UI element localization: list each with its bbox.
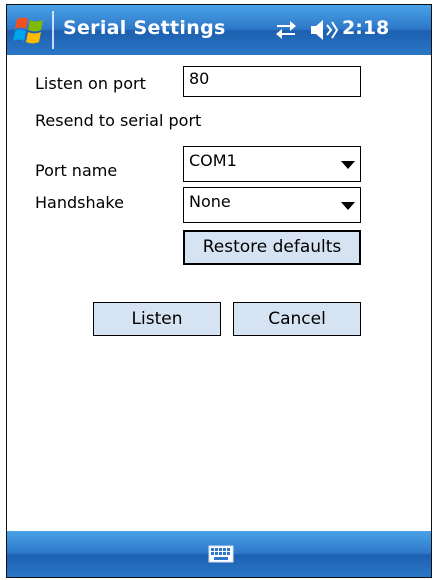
listen-button-label: Listen <box>131 309 183 329</box>
handshake-label: Handshake <box>35 193 124 212</box>
device-screen: Serial Settings 2:18 Listen on port 80 R… <box>6 4 432 578</box>
softkey-bar <box>7 531 431 577</box>
title-bar: Serial Settings 2:18 <box>7 5 431 55</box>
handshake-value: None <box>189 192 231 211</box>
clock[interactable]: 2:18 <box>342 17 389 39</box>
cancel-button[interactable]: Cancel <box>233 302 361 336</box>
listen-button[interactable]: Listen <box>93 302 221 336</box>
page-title: Serial Settings <box>63 17 226 39</box>
keyboard-icon[interactable] <box>208 544 234 564</box>
handshake-select[interactable]: None <box>183 187 361 223</box>
windows-start-icon[interactable] <box>13 13 47 47</box>
port-name-select[interactable]: COM1 <box>183 146 361 182</box>
listen-port-input[interactable]: 80 <box>183 66 361 97</box>
title-separator <box>52 11 54 49</box>
volume-icon[interactable] <box>309 17 339 43</box>
connectivity-icon[interactable] <box>273 18 299 42</box>
port-name-value: COM1 <box>189 151 237 170</box>
listen-port-label: Listen on port <box>35 74 146 93</box>
cancel-button-label: Cancel <box>268 309 326 329</box>
chevron-down-icon[interactable] <box>341 202 355 210</box>
restore-defaults-label: Restore defaults <box>202 237 342 257</box>
chevron-down-icon[interactable] <box>341 161 355 169</box>
listen-port-value: 80 <box>189 69 210 88</box>
resend-label: Resend to serial port <box>35 111 202 130</box>
restore-defaults-button[interactable]: Restore defaults <box>183 230 361 265</box>
port-name-label: Port name <box>35 161 118 180</box>
